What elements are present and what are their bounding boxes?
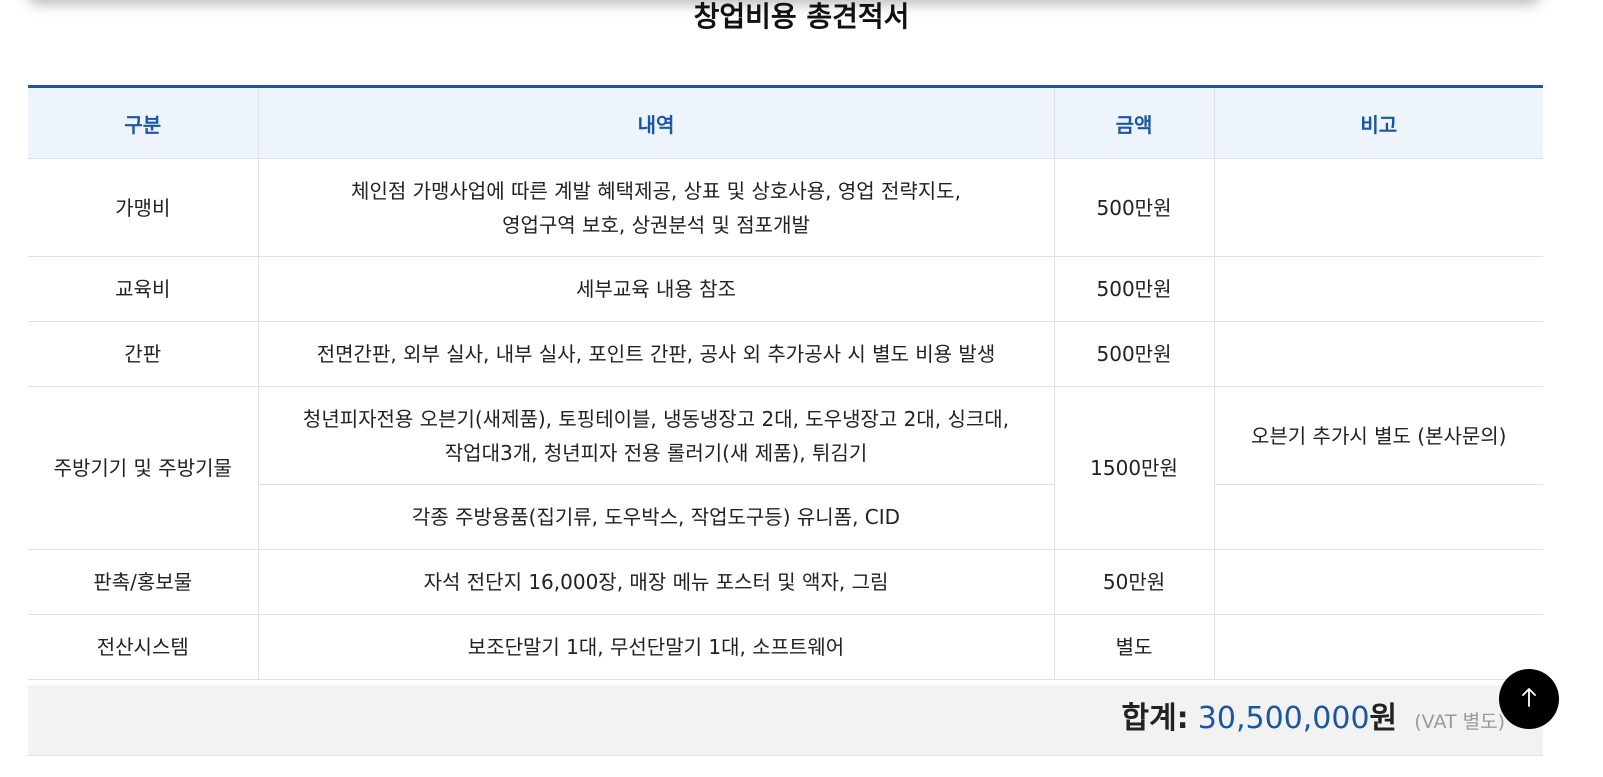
table-row: 판촉/홍보물 자석 전단지 16,000장, 매장 메뉴 포스터 및 액자, 그… (28, 549, 1543, 615)
table-row: 교육비 세부교육 내용 참조 500만원 (28, 256, 1543, 322)
cell-category: 판촉/홍보물 (28, 549, 259, 615)
details-line: 청년피자전용 오븐기(새제품), 토핑테이블, 냉동냉장고 2대, 도우냉장고 … (302, 406, 1010, 431)
cell-details: 자석 전단지 16,000장, 매장 메뉴 포스터 및 액자, 그림 (258, 549, 1055, 615)
cell-note (1214, 256, 1543, 322)
cell-category: 교육비 (28, 256, 259, 322)
header-note: 비고 (1214, 86, 1543, 159)
total-bar: 합계: 30,500,000원 (VAT 별도) (28, 685, 1543, 756)
cell-note (1214, 158, 1543, 257)
estimate-table: 구분 내역 금액 비고 가맹비 체인점 가맹사업에 따른 계발 혜택제공, 상표… (28, 85, 1543, 680)
table-row: 전산시스템 보조단말기 1대, 무선단말기 1대, 소프트웨어 별도 (28, 614, 1543, 680)
table-row: 주방기기 및 주방기물 청년피자전용 오븐기(새제품), 토핑테이블, 냉동냉장… (28, 386, 1543, 550)
cell-amount: 500만원 (1054, 321, 1215, 387)
cell-note (1214, 484, 1543, 550)
header-details: 내역 (258, 86, 1055, 159)
header-category: 구분 (28, 86, 259, 159)
table-row: 가맹비 체인점 가맹사업에 따른 계발 혜택제공, 상표 및 상호사용, 영업 … (28, 158, 1543, 257)
cell-amount: 500만원 (1054, 256, 1215, 322)
details-line: 영업구역 보호, 상권분석 및 점포개발 (502, 212, 810, 237)
cell-amount: 별도 (1054, 614, 1215, 680)
cell-category: 간판 (28, 321, 259, 387)
cell-details: 청년피자전용 오븐기(새제품), 토핑테이블, 냉동냉장고 2대, 도우냉장고 … (258, 386, 1055, 485)
table-header-row: 구분 내역 금액 비고 (28, 86, 1543, 159)
cell-category: 가맹비 (28, 158, 259, 257)
cell-details: 각종 주방용품(집기류, 도우박스, 작업도구등) 유니폼, CID (258, 484, 1055, 550)
cell-note (1214, 614, 1543, 680)
page-title: 창업비용 총견적서 (693, 0, 910, 33)
scroll-to-top-button[interactable] (1499, 669, 1559, 729)
arrow-up-icon (1520, 686, 1538, 712)
cell-category: 주방기기 및 주방기물 (28, 386, 259, 550)
total-label: 합계: (1121, 701, 1189, 736)
total-vat-note: (VAT 별도) (1414, 711, 1505, 733)
cell-amount: 500만원 (1054, 158, 1215, 257)
total-amount: 30,500,000 (1197, 701, 1370, 736)
cell-details: 세부교육 내용 참조 (258, 256, 1055, 322)
details-line: 작업대3개, 청년피자 전용 롤러기(새 제품), 튀김기 (444, 440, 868, 465)
cell-amount: 1500만원 (1054, 386, 1215, 550)
table-row: 간판 전면간판, 외부 실사, 내부 실사, 포인트 간판, 공사 외 추가공사… (28, 321, 1543, 387)
cell-amount: 50만원 (1054, 549, 1215, 615)
cell-details: 전면간판, 외부 실사, 내부 실사, 포인트 간판, 공사 외 추가공사 시 … (258, 321, 1055, 387)
cell-details: 체인점 가맹사업에 따른 계발 혜택제공, 상표 및 상호사용, 영업 전략지도… (258, 158, 1055, 257)
total-unit: 원 (1369, 701, 1398, 736)
header-amount: 금액 (1054, 86, 1215, 159)
cell-note: 오븐기 추가시 별도 (본사문의) (1214, 386, 1543, 485)
cell-note (1214, 321, 1543, 387)
cell-details: 보조단말기 1대, 무선단말기 1대, 소프트웨어 (258, 614, 1055, 680)
total-summary: 합계: 30,500,000원 (VAT 별도) (1121, 699, 1505, 743)
details-line: 체인점 가맹사업에 따른 계발 혜택제공, 상표 및 상호사용, 영업 전략지도… (351, 178, 961, 203)
cell-note (1214, 549, 1543, 615)
cell-category: 전산시스템 (28, 614, 259, 680)
